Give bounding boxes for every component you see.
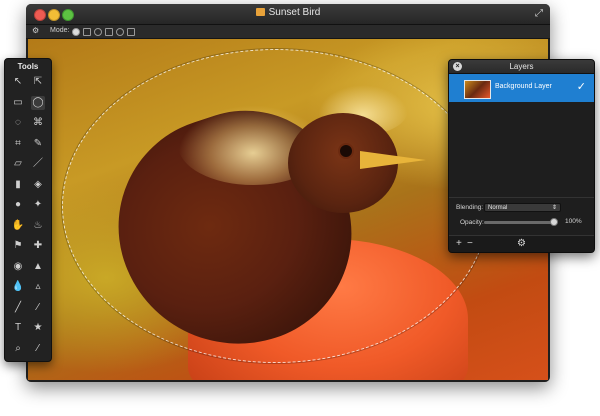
- blur-tool[interactable]: 💧: [11, 280, 25, 294]
- layer-settings-button[interactable]: ⚙: [517, 238, 526, 250]
- eyedropper-tool[interactable]: ✎: [31, 137, 45, 151]
- window-title-text: Sunset Bird: [268, 7, 321, 18]
- crop-tool[interactable]: ⌗: [11, 137, 25, 151]
- pen-tool[interactable]: ╱: [11, 301, 25, 315]
- opacity-slider-fill: [484, 221, 554, 224]
- mode-option-add[interactable]: [83, 28, 91, 36]
- lasso-tool[interactable]: ◌: [11, 116, 25, 130]
- tools-palette: Tools ↖ ⇱ ▭ ◯ ◌ ⌘ ⌗ ✎ ▱ ／ ▮ ◈ ● ✦ ✋ ♨ ⚑ ✚ ◉ ▲ 💧 ▵ ╱ ∕ T ★ ⌕ ⁄: [4, 58, 52, 362]
- text-tool[interactable]: T: [11, 321, 25, 335]
- checkmark-icon[interactable]: ✓: [577, 80, 586, 93]
- layer-thumbnail: [464, 80, 491, 99]
- opacity-label: Opacity:: [460, 219, 484, 226]
- smudge-tool[interactable]: ✋: [11, 219, 25, 233]
- layers-panel: × Layers Background Layer ✓ Blending: No…: [448, 59, 595, 253]
- opacity-slider-knob[interactable]: [550, 218, 558, 226]
- zoom-tool[interactable]: ⌕: [11, 342, 25, 356]
- burn-tool[interactable]: ♨: [31, 219, 45, 233]
- layer-row-background[interactable]: Background Layer ✓: [449, 74, 594, 102]
- mode-label: Mode:: [50, 27, 70, 34]
- color-picker-tool[interactable]: ⁄: [31, 342, 45, 356]
- custom-shape-tool[interactable]: ★: [31, 321, 45, 335]
- direct-select-tool[interactable]: ⇱: [31, 75, 45, 89]
- opacity-value: 100%: [565, 218, 582, 225]
- sharpen-tool[interactable]: ▲: [31, 260, 45, 274]
- paint-bucket-tool[interactable]: ◈: [31, 178, 45, 192]
- red-eye-tool[interactable]: ◉: [11, 260, 25, 274]
- sponge-tool[interactable]: ▵: [31, 280, 45, 294]
- divider: [449, 197, 594, 198]
- tools-title: Tools: [17, 62, 39, 71]
- mode-option-subtract[interactable]: [94, 28, 102, 36]
- layers-header: × Layers: [449, 60, 594, 74]
- blending-select[interactable]: Normal ⇕: [484, 203, 561, 212]
- poly-lasso-tool[interactable]: ⌘: [31, 116, 45, 130]
- gear-icon[interactable]: ⚙: [32, 26, 39, 35]
- document-icon: [255, 8, 265, 16]
- heal-tool[interactable]: ✚: [31, 239, 45, 253]
- shape-tool[interactable]: ●: [11, 198, 25, 212]
- mode-bar: ⚙ Mode:: [26, 25, 550, 39]
- fullscreen-icon[interactable]: ⤢: [535, 8, 543, 19]
- window-title: Sunset Bird: [26, 7, 550, 18]
- clone-stamp-tool[interactable]: ⚑: [11, 239, 25, 253]
- line-tool[interactable]: ∕: [31, 301, 45, 315]
- mode-option-6[interactable]: [127, 28, 135, 36]
- add-layer-button[interactable]: +: [456, 238, 462, 250]
- rect-select-tool[interactable]: ▭: [11, 96, 25, 110]
- layers-title: Layers: [509, 62, 534, 71]
- title-bar: Sunset Bird ⤢: [26, 4, 550, 25]
- opacity-slider[interactable]: [484, 218, 558, 226]
- mode-option-new[interactable]: [72, 28, 80, 36]
- pencil-tool[interactable]: ／: [31, 157, 45, 171]
- layer-name: Background Layer: [495, 83, 552, 90]
- brush-tool[interactable]: ✦: [31, 198, 45, 212]
- mode-option-5[interactable]: [116, 28, 124, 36]
- ellipse-select-tool[interactable]: ◯: [31, 95, 45, 110]
- remove-layer-button[interactable]: −: [467, 238, 473, 250]
- blending-label: Blending:: [456, 204, 484, 211]
- blending-value: Normal: [488, 205, 508, 211]
- elliptical-selection[interactable]: [62, 49, 489, 363]
- gradient-tool[interactable]: ▮: [11, 178, 25, 192]
- layers-footer: + − ⚙: [449, 235, 594, 252]
- eraser-tool[interactable]: ▱: [11, 157, 25, 171]
- chevron-updown-icon: ⇕: [551, 205, 557, 211]
- move-tool[interactable]: ↖: [11, 75, 25, 89]
- mode-option-intersect[interactable]: [105, 28, 113, 36]
